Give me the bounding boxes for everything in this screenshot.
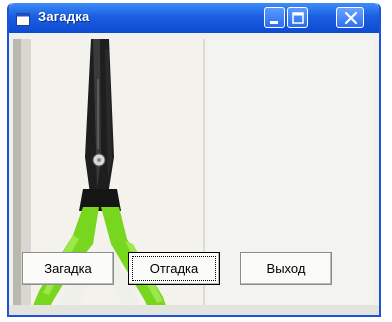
answer-button-label: Отгадка [149,261,199,276]
riddle-button[interactable]: Загадка [22,252,114,285]
client-area: Загадка Отгадка Выход [9,33,379,315]
window-app-icon[interactable] [16,11,30,26]
window-title: Загадка [38,9,90,24]
exit-button[interactable]: Выход [240,252,332,285]
maximize-button[interactable] [287,7,308,28]
minimize-button[interactable] [264,7,285,28]
window-bottom-edge [9,305,379,315]
maximize-icon [292,12,304,24]
answer-button[interactable]: Отгадка [128,252,220,285]
main-window: Загадка Загадка Отгадка Выход [7,3,381,317]
close-button[interactable] [336,7,364,28]
close-icon [344,11,358,25]
minimize-icon [270,21,278,24]
title-bar[interactable]: Загадка [9,3,379,33]
